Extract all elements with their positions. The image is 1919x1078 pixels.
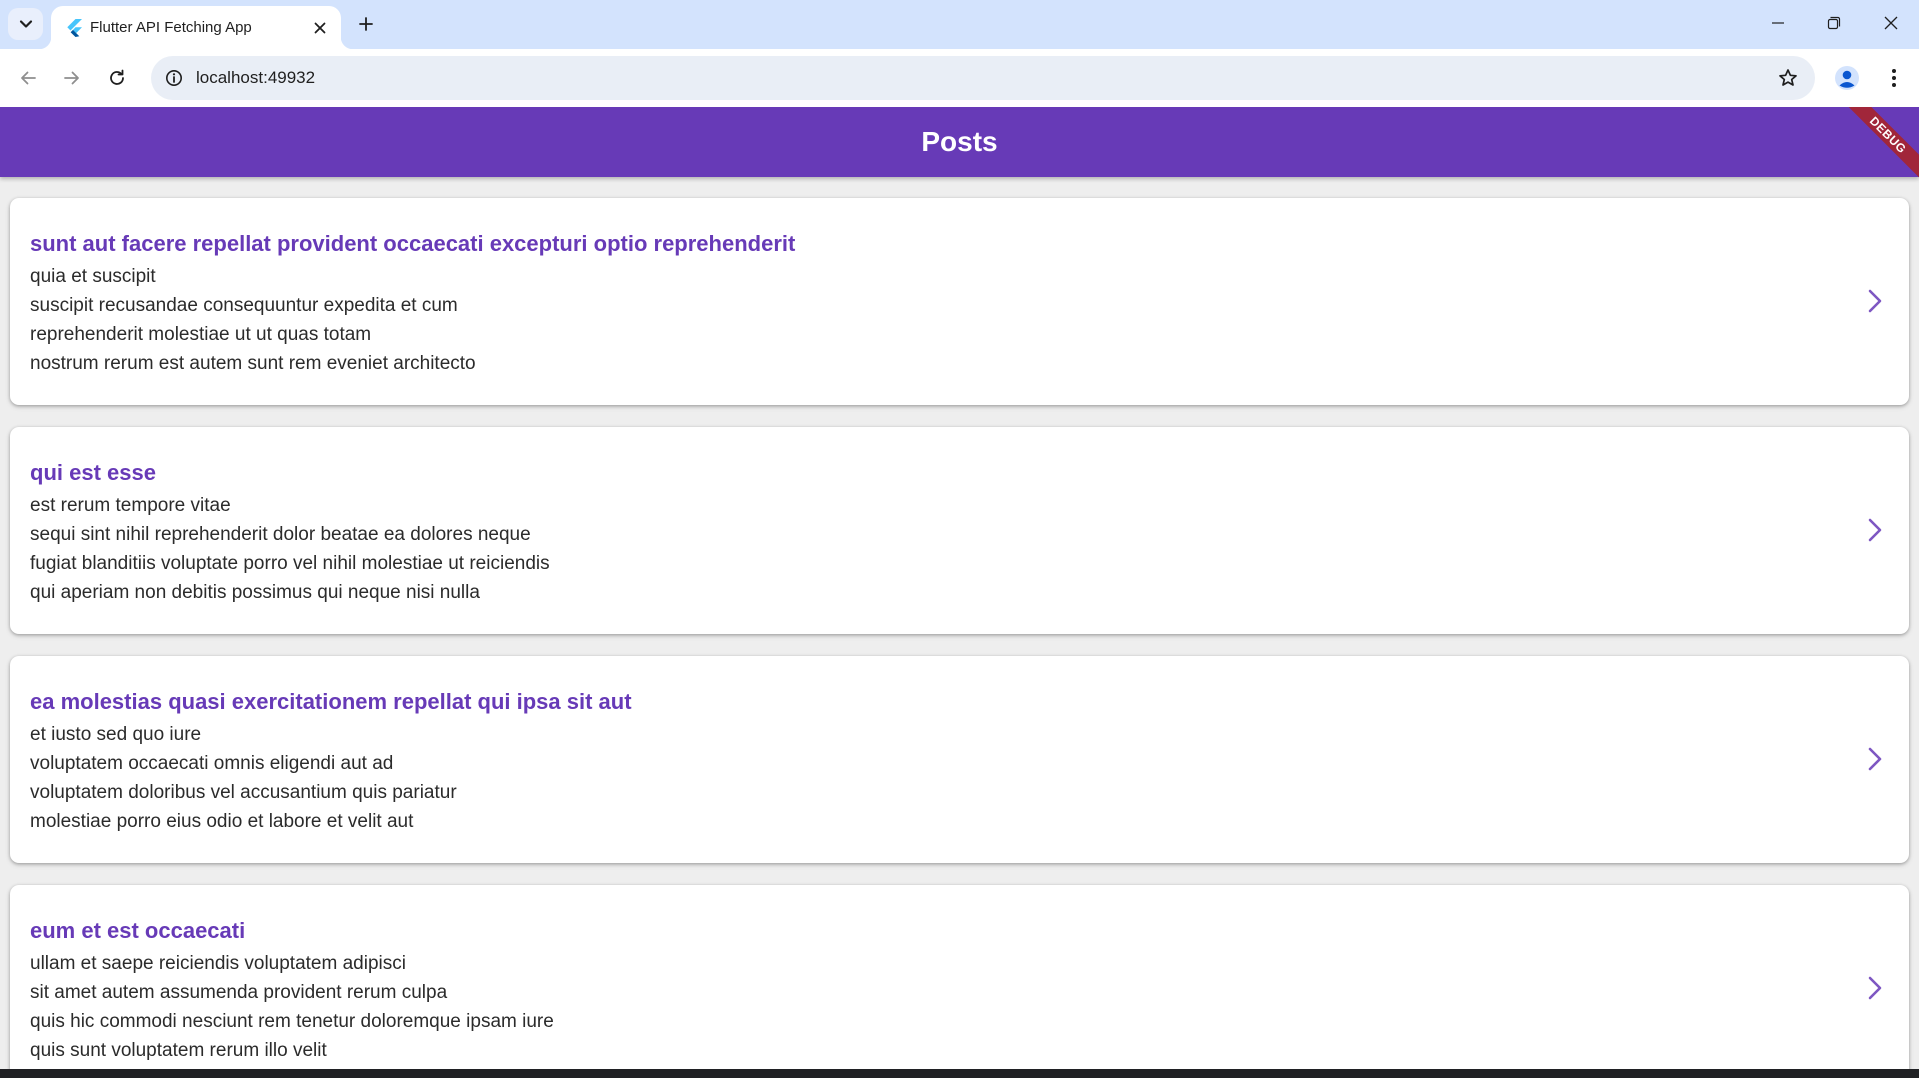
browser-toolbar: localhost:49932 bbox=[0, 49, 1919, 107]
plus-icon bbox=[359, 17, 373, 31]
restore-icon bbox=[1827, 16, 1841, 30]
chevron-right-icon[interactable] bbox=[1861, 744, 1889, 774]
chevron-down-icon bbox=[19, 20, 32, 28]
chevron-right-icon[interactable] bbox=[1861, 286, 1889, 316]
close-window-button[interactable] bbox=[1863, 0, 1919, 46]
back-button[interactable] bbox=[11, 61, 45, 95]
app-bar: Posts DEBUG bbox=[0, 107, 1919, 187]
reload-button[interactable] bbox=[100, 61, 134, 95]
minimize-icon bbox=[1772, 22, 1784, 24]
chevron-right-icon[interactable] bbox=[1861, 515, 1889, 545]
tab-close-button[interactable] bbox=[309, 17, 331, 39]
window-bottom-edge bbox=[0, 1069, 1919, 1078]
flutter-logo-icon bbox=[67, 19, 82, 37]
chevron-right-icon[interactable] bbox=[1861, 973, 1889, 1003]
star-icon bbox=[1779, 69, 1797, 86]
post-card[interactable]: qui est esse est rerum tempore vitae seq… bbox=[10, 427, 1909, 634]
profile-button[interactable] bbox=[1832, 63, 1862, 93]
post-title: qui est esse bbox=[30, 460, 156, 485]
post-title: ea molestias quasi exercitationem repell… bbox=[30, 689, 632, 714]
close-icon bbox=[314, 22, 326, 34]
info-icon bbox=[166, 70, 182, 86]
post-card[interactable]: sunt aut facere repellat provident occae… bbox=[10, 198, 1909, 405]
tab-strip: Flutter API Fetching App bbox=[0, 0, 1919, 49]
tab-search-button[interactable] bbox=[8, 8, 43, 40]
forward-button[interactable] bbox=[55, 61, 89, 95]
browser-tab[interactable]: Flutter API Fetching App bbox=[39, 6, 353, 49]
minimize-button[interactable] bbox=[1750, 0, 1806, 46]
site-info-button[interactable] bbox=[161, 65, 187, 91]
post-body: et iusto sed quo iure voluptatem occaeca… bbox=[30, 724, 457, 832]
bookmark-button[interactable] bbox=[1775, 65, 1801, 91]
post-title: sunt aut facere repellat provident occae… bbox=[30, 231, 796, 256]
url-text[interactable]: localhost:49932 bbox=[196, 68, 315, 88]
post-body: quia et suscipit suscipit recusandae con… bbox=[30, 266, 476, 374]
post-title: eum et est occaecati bbox=[30, 918, 246, 943]
post-body: est rerum tempore vitae sequi sint nihil… bbox=[30, 495, 550, 603]
profile-avatar-icon bbox=[1835, 66, 1859, 90]
close-icon bbox=[1884, 16, 1898, 30]
post-card[interactable]: ea molestias quasi exercitationem repell… bbox=[10, 656, 1909, 863]
reload-icon bbox=[110, 69, 124, 85]
page-title: Posts bbox=[921, 126, 998, 157]
more-vertical-icon bbox=[1892, 69, 1896, 87]
post-body: ullam et saepe reiciendis voluptatem adi… bbox=[30, 953, 554, 1061]
debug-banner: DEBUG bbox=[1836, 107, 1919, 187]
flutter-app: Posts DEBUG sunt aut facere repellat pro… bbox=[0, 107, 1919, 1069]
arrow-right-icon bbox=[64, 71, 79, 85]
post-card[interactable]: eum et est occaecati ullam et saepe reic… bbox=[10, 885, 1909, 1069]
tab-title: Flutter API Fetching App bbox=[90, 19, 252, 36]
address-bar[interactable]: localhost:49932 bbox=[151, 56, 1815, 100]
arrow-left-icon bbox=[21, 71, 36, 85]
new-tab-button[interactable] bbox=[352, 10, 380, 38]
restore-button[interactable] bbox=[1806, 0, 1862, 46]
browser-menu-button[interactable] bbox=[1879, 63, 1909, 93]
